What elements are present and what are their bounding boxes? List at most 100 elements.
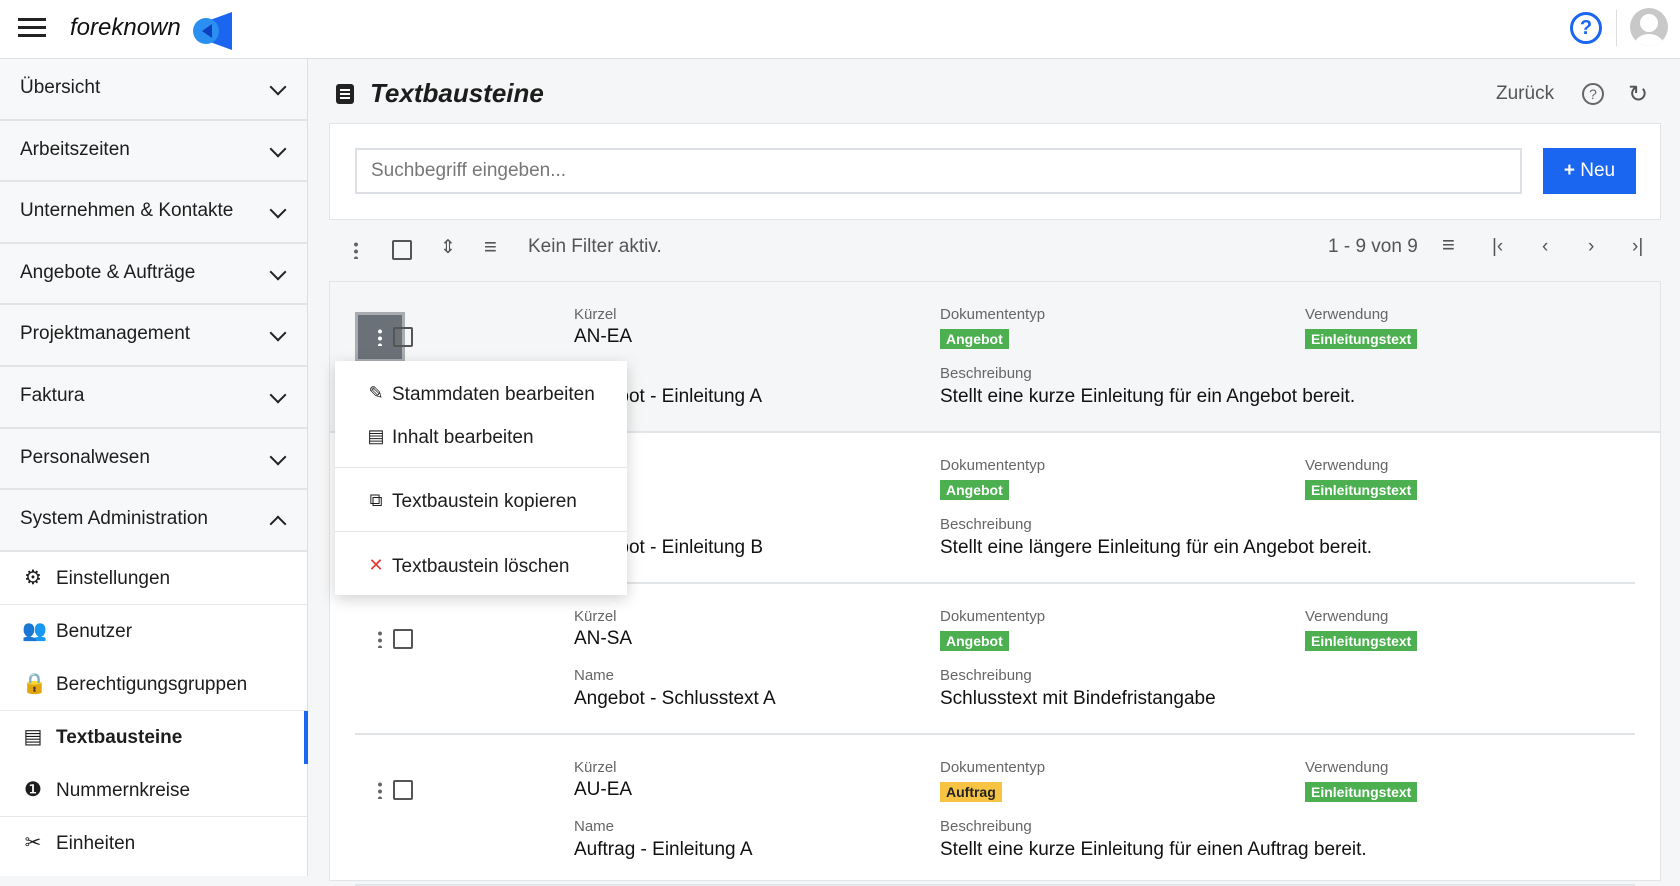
expand-collapse-icon[interactable]: ⇕ [440, 236, 456, 259]
sidebar-item-label: Berechtigungsgruppen [56, 673, 248, 695]
beschreibung-label: Beschreibung [940, 516, 1032, 533]
search-card: + Neu [329, 123, 1661, 220]
filter-icon[interactable]: ≡ [484, 234, 497, 260]
dokumententyp-badge: Angebot [940, 329, 1009, 349]
sidebar-group-label: Übersicht [20, 77, 101, 98]
sidebar-group-label: Faktura [20, 384, 85, 406]
chevron-down-icon [269, 448, 287, 466]
beschreibung-value: Stellt eine kurze Einleitung für einen A… [940, 839, 1367, 860]
page-title: Textbausteine [370, 78, 544, 108]
help-circle-icon[interactable]: ? [1570, 12, 1602, 44]
menu-item-edit-content[interactable]: ▤ Inhalt bearbeiten [335, 418, 627, 458]
kebab-icon [378, 781, 382, 799]
sidebar-item[interactable]: 👥 Benutzer [0, 605, 307, 658]
search-input[interactable] [355, 148, 1522, 194]
name-label: Name [574, 667, 615, 684]
menu-icon[interactable] [18, 18, 46, 38]
close-icon: ✕ [368, 555, 384, 575]
document-icon: ▤ [367, 426, 385, 446]
beschreibung-label: Beschreibung [940, 365, 1032, 382]
new-button[interactable]: + Neu [1543, 148, 1636, 194]
table-row[interactable]: Kürzel AN-SA Name Angebot - Schlusstext … [330, 584, 1660, 735]
verwendung-label: Verwendung [1305, 608, 1389, 625]
menu-item-label: Stammdaten bearbeiten [392, 384, 595, 405]
chevron-down-icon [269, 201, 287, 219]
lock-icon: 🔒 [22, 672, 47, 695]
chevron-down-icon [269, 324, 287, 342]
kuerzel-label: Kürzel [574, 306, 617, 323]
menu-item-edit-master-data[interactable]: ✎ Stammdaten bearbeiten [335, 375, 627, 415]
sidebar-item[interactable]: ▤ Textbausteine [0, 710, 308, 764]
sidebar-item[interactable]: ❶ Nummernkreise [0, 764, 307, 817]
next-page-icon[interactable]: › [1588, 236, 1594, 258]
dokumententyp-label: Dokumententyp [940, 608, 1046, 625]
verwendung-label: Verwendung [1305, 759, 1389, 776]
chevron-down-icon [269, 140, 287, 158]
beschreibung-label: Beschreibung [940, 667, 1032, 684]
divider [335, 467, 627, 468]
sidebar-item-label: Einheiten [56, 832, 136, 854]
sidebar-item[interactable]: ✂ Einheiten [0, 817, 307, 870]
select-all-checkbox[interactable] [392, 240, 412, 260]
sidebar-group[interactable]: Angebote & Aufträge [0, 243, 307, 306]
tools-icon: ✂ [24, 831, 42, 854]
user-avatar-icon[interactable] [1630, 8, 1668, 46]
chevron-down-icon [269, 263, 287, 281]
sidebar-group-label: Projektmanagement [20, 323, 191, 345]
back-button[interactable]: Zurück [1496, 83, 1554, 105]
sidebar-item[interactable]: ⚙ Einstellungen [0, 552, 307, 605]
sidebar-group[interactable]: Faktura [0, 366, 307, 429]
menu-item-copy[interactable]: ⧉ Textbaustein kopieren [335, 482, 627, 522]
copy-icon: ⧉ [369, 490, 383, 510]
kuerzel-value: AN-SA [574, 628, 633, 649]
kebab-icon [378, 328, 382, 346]
sidebar-item-label: Benutzer [56, 620, 133, 642]
menu-item-delete[interactable]: ✕ Textbaustein löschen [335, 547, 627, 587]
sidebar-group[interactable]: Personalwesen [0, 428, 307, 491]
verwendung-label: Verwendung [1305, 306, 1389, 323]
row-checkbox[interactable] [393, 629, 413, 649]
sidebar-group[interactable]: Projektmanagement [0, 305, 307, 367]
help-icon[interactable]: ? [1582, 83, 1604, 105]
sidebar-item[interactable]: 🔒 Berechtigungsgruppen [0, 658, 307, 711]
table-row[interactable]: Kürzel AU-EA Name Auftrag - Einleitung A… [330, 735, 1660, 886]
prev-page-icon[interactable]: ‹ [1542, 236, 1548, 258]
dokumententyp-label: Dokumententyp [940, 759, 1046, 776]
name-value: Auftrag - Einleitung A [574, 839, 753, 860]
name-value: Angebot - Schlusstext A [574, 688, 776, 709]
chevron-down-icon [269, 78, 287, 96]
sidebar-group[interactable]: System Administration [0, 490, 307, 552]
dokumententyp-badge: Auftrag [940, 782, 1002, 802]
sidebar-group-label: Arbeitszeiten [20, 138, 130, 160]
logo-text: foreknown [70, 14, 181, 41]
document-icon: ▤ [23, 725, 43, 748]
bulk-actions-kebab-icon[interactable] [354, 241, 358, 259]
verwendung-badge: Einleitungstext [1305, 631, 1418, 651]
sidebar-group[interactable]: Arbeitszeiten [0, 120, 307, 183]
sidebar-group[interactable]: Unternehmen & Kontakte [0, 182, 307, 244]
row-checkbox[interactable] [393, 780, 413, 800]
kuerzel-value: AN-EA [574, 326, 633, 347]
sidebar-group[interactable]: Übersicht [0, 59, 307, 121]
verwendung-label: Verwendung [1305, 457, 1389, 474]
sort-icon[interactable]: ≡ [1442, 232, 1455, 258]
document-icon [336, 84, 354, 104]
last-page-icon[interactable]: ›| [1632, 236, 1643, 258]
menu-item-label: Textbaustein kopieren [392, 491, 577, 512]
menu-item-label: Textbaustein löschen [392, 556, 570, 577]
users-icon: 👥 [22, 619, 47, 642]
sidebar-group-label: Personalwesen [20, 446, 150, 468]
sidebar-group-label: Unternehmen & Kontakte [20, 200, 234, 222]
verwendung-badge: Einleitungstext [1305, 782, 1418, 802]
scrollbar[interactable] [1661, 281, 1680, 876]
pagination-info: 1 - 9 von 9 [1328, 236, 1418, 257]
row-checkbox[interactable] [393, 327, 413, 347]
top-header: foreknown ? [0, 0, 1680, 59]
refresh-icon[interactable]: ↻ [1628, 80, 1648, 109]
first-page-icon[interactable]: |‹ [1492, 236, 1503, 258]
row-context-menu: ✎ Stammdaten bearbeiten ▤ Inhalt bearbeite… [335, 361, 627, 595]
kuerzel-label: Kürzel [574, 608, 617, 625]
chevron-up-icon [269, 515, 287, 533]
beschreibung-value: Stellt eine kurze Einleitung für ein Ang… [940, 386, 1356, 407]
divider [335, 531, 627, 532]
